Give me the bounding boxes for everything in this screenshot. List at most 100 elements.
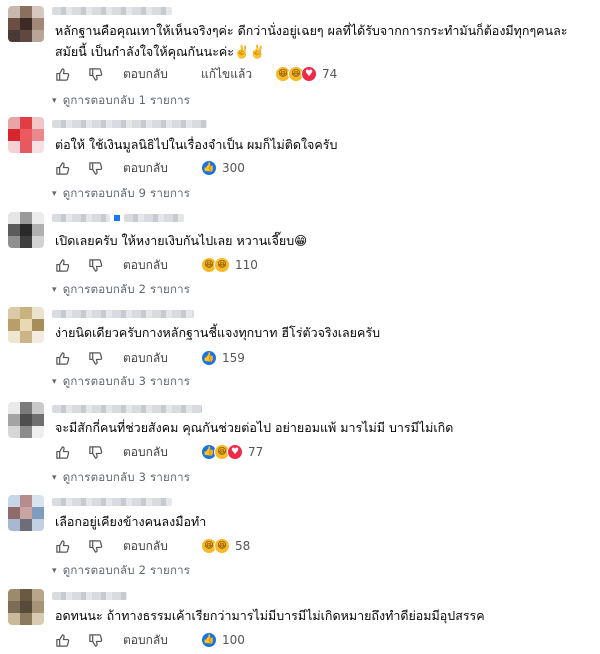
comment-text: จะมีสักกี่คนที่ช่วยสังคม คุณกันช่วยต่อไป… <box>55 417 595 438</box>
reactions-summary[interactable]: 👍 100 <box>201 631 245 649</box>
view-replies-link[interactable]: ▾ ดูการตอบกลับ 9 รายการ <box>52 186 190 202</box>
reactions-summary[interactable]: 👍 300 <box>201 159 245 177</box>
chevron-down-icon: ▾ <box>52 189 57 199</box>
like-button[interactable] <box>55 631 70 649</box>
like-button[interactable] <box>55 443 70 461</box>
thumbs-up-icon <box>56 258 70 272</box>
chevron-down-icon: ▾ <box>52 473 57 483</box>
author-name-blurred[interactable] <box>52 592 127 600</box>
thumbs-down-icon <box>89 161 103 175</box>
avatar[interactable] <box>8 495 44 531</box>
haha-reaction-icon: 😆 <box>214 538 230 554</box>
reaction-count: 159 <box>222 351 245 365</box>
thumbs-down-icon <box>89 633 103 647</box>
comment-actions: ตอบกลับ แก้ไขแล้ว 😆 😆 ♥ 74 <box>55 65 535 83</box>
comment-actions: ตอบกลับ 👍 100 <box>55 631 535 649</box>
comment-actions: ตอบกลับ 👍 300 <box>55 159 535 177</box>
avatar[interactable] <box>8 402 44 438</box>
chevron-down-icon: ▾ <box>52 566 57 576</box>
avatar[interactable] <box>8 212 44 248</box>
comment-text: ต่อให้ ใช้เงินมูลนิธิไปในเรื่องจำเป็น ผม… <box>55 134 595 155</box>
view-replies-link[interactable]: ▾ ดูการตอบกลับ 2 รายการ <box>52 282 190 298</box>
thumbs-up-icon <box>56 633 70 647</box>
reply-button[interactable]: ตอบกลับ <box>123 443 168 461</box>
author-name-blurred[interactable] <box>52 405 202 413</box>
author-name-blurred[interactable] <box>52 7 172 15</box>
avatar[interactable] <box>8 307 44 343</box>
like-reaction-icon: 👍 <box>201 350 217 366</box>
view-replies-link[interactable]: ▾ ดูการตอบกลับ 3 รายการ <box>52 470 190 486</box>
reactions-summary[interactable]: 😆 😆 110 <box>201 256 258 274</box>
avatar[interactable] <box>8 117 44 153</box>
love-reaction-icon: ♥ <box>301 66 317 82</box>
like-button[interactable] <box>55 256 70 274</box>
view-replies-label: ดูการตอบกลับ 2 รายการ <box>62 282 191 296</box>
like-button[interactable] <box>55 537 70 555</box>
view-replies-link[interactable]: ▾ ดูการตอบกลับ 2 รายการ <box>52 563 190 579</box>
thumbs-down-icon <box>89 445 103 459</box>
dislike-button[interactable] <box>88 443 103 461</box>
comment-text: อดทนนะ ถ้าทางธรรมเค้าเรียกว่ามารไม่มีบาร… <box>55 605 595 626</box>
comment-actions: ตอบกลับ 😆 😆 110 <box>55 256 535 274</box>
comment-text: เปิดเลยครับ ให้หงายเงิบกันไปเลย หวานเจี๊… <box>55 230 595 251</box>
author-name-blurred[interactable] <box>52 214 110 222</box>
dislike-button[interactable] <box>88 159 103 177</box>
dislike-button[interactable] <box>88 65 103 83</box>
reactions-summary[interactable]: 😆 😆 ♥ 74 <box>275 65 337 83</box>
reply-button[interactable]: ตอบกลับ <box>123 256 168 274</box>
reaction-count: 100 <box>222 633 245 647</box>
thumbs-up-icon <box>56 351 70 365</box>
dislike-button[interactable] <box>88 256 103 274</box>
view-replies-link[interactable]: ▾ ดูการตอบกลับ 1 รายการ <box>52 93 190 109</box>
reaction-count: 77 <box>248 445 264 459</box>
chevron-down-icon: ▾ <box>52 96 57 106</box>
like-button[interactable] <box>55 349 70 367</box>
like-button[interactable] <box>55 159 70 177</box>
haha-reaction-icon: 😆 <box>214 257 230 273</box>
avatar[interactable] <box>8 589 44 625</box>
view-replies-label: ดูการตอบกลับ 3 รายการ <box>62 470 191 484</box>
avatar[interactable] <box>8 6 44 42</box>
thumbs-down-icon <box>89 258 103 272</box>
reaction-count: 74 <box>322 67 338 81</box>
thumbs-down-icon <box>89 539 103 553</box>
like-reaction-icon: 👍 <box>201 632 217 648</box>
view-replies-label: ดูการตอบกลับ 9 รายการ <box>62 186 191 200</box>
thumbs-up-icon <box>56 539 70 553</box>
comment-text-line: ง่ายนิดเดียวครับกางหลักฐานชี้แจงทุกบาท ฮ… <box>55 325 381 340</box>
view-replies-label: ดูการตอบกลับ 1 รายการ <box>62 93 191 107</box>
author-name-blurred[interactable] <box>52 498 172 506</box>
comment-text-line: อดทนนะ ถ้าทางธรรมเค้าเรียกว่ามารไม่มีบาร… <box>55 608 485 623</box>
view-replies-link[interactable]: ▾ ดูการตอบกลับ 3 รายการ <box>52 374 190 390</box>
dislike-button[interactable] <box>88 631 103 649</box>
author-name-blurred[interactable] <box>52 310 194 318</box>
like-button[interactable] <box>55 65 70 83</box>
comment-text: เลือกอยู่เคียงข้างคนลงมือทำ <box>55 511 595 532</box>
edited-label: แก้ไขแล้ว <box>201 66 253 81</box>
comment-text-line: จะมีสักกี่คนที่ช่วยสังคม คุณกันช่วยต่อไป… <box>55 420 454 435</box>
verified-badge-icon <box>114 215 120 221</box>
reactions-summary[interactable]: 👍 😆 ♥ 77 <box>201 443 263 461</box>
reply-button[interactable]: ตอบกลับ <box>123 537 168 555</box>
comment-text: หลักฐานคือคุณเทาให้เห็นจริงๆค่ะ ดีกว่านั… <box>55 20 595 62</box>
comment-text-line: สมัยนี้ เป็นกำลังใจให้คุณกันนะค่ะ✌️✌️ <box>55 44 266 59</box>
reply-button[interactable]: ตอบกลับ <box>123 349 168 367</box>
thumbs-down-icon <box>89 67 103 81</box>
view-replies-label: ดูการตอบกลับ 2 รายการ <box>62 563 191 577</box>
chevron-down-icon: ▾ <box>52 285 57 295</box>
chevron-down-icon: ▾ <box>52 377 57 387</box>
reactions-summary[interactable]: 😆 😆 58 <box>201 537 250 555</box>
author-name-blurred[interactable] <box>52 120 207 128</box>
reactions-summary[interactable]: 👍 159 <box>201 349 245 367</box>
dislike-button[interactable] <box>88 349 103 367</box>
reply-button[interactable]: ตอบกลับ <box>123 631 168 649</box>
comment-actions: ตอบกลับ 👍 159 <box>55 349 535 367</box>
comment-text-line: หลักฐานคือคุณเทาให้เห็นจริงๆค่ะ ดีกว่านั… <box>55 23 568 38</box>
comment-text-line: ต่อให้ ใช้เงินมูลนิธิไปในเรื่องจำเป็น ผม… <box>55 137 338 152</box>
reply-button[interactable]: ตอบกลับ <box>123 159 168 177</box>
comment-text: ง่ายนิดเดียวครับกางหลักฐานชี้แจงทุกบาท ฮ… <box>55 322 595 343</box>
dislike-button[interactable] <box>88 537 103 555</box>
thumbs-up-icon <box>56 445 70 459</box>
author-name-blurred[interactable] <box>124 214 184 222</box>
reply-button[interactable]: ตอบกลับ <box>123 65 168 83</box>
